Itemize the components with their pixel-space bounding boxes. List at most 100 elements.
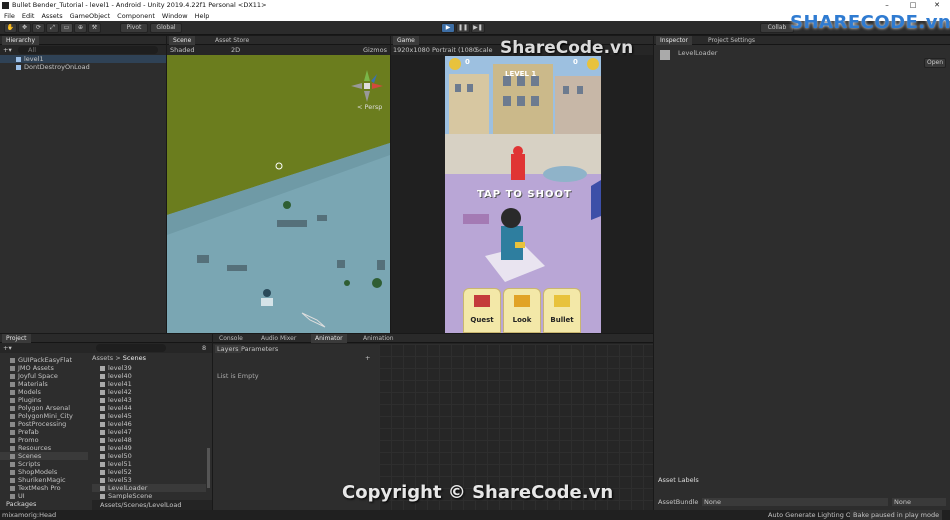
scale-slider-label[interactable]: Scale xyxy=(475,46,493,54)
scene-file-icon xyxy=(100,453,105,459)
custom-tool-icon[interactable]: ⚒ xyxy=(88,23,101,33)
menu-component[interactable]: Component xyxy=(117,12,155,20)
folder-item[interactable]: TextMesh Pro xyxy=(0,484,88,492)
asset-variant-dropdown[interactable]: None xyxy=(892,498,946,506)
breadcrumb-current[interactable]: Scenes xyxy=(123,354,146,362)
look-button[interactable]: Look xyxy=(503,288,541,333)
create-icon[interactable]: +▾ xyxy=(3,344,12,352)
hierarchy-search-input[interactable]: All xyxy=(18,46,158,54)
transform-tool-icon[interactable]: ⊕ xyxy=(74,23,87,33)
rotate-tool-icon[interactable]: ⟳ xyxy=(32,23,45,33)
file-item[interactable]: level52 xyxy=(92,468,206,476)
file-label: level46 xyxy=(108,420,132,428)
folder-item[interactable]: JMO Assets xyxy=(0,364,88,372)
quest-button[interactable]: Quest xyxy=(463,288,501,333)
minimize-button[interactable]: – xyxy=(880,0,894,11)
folder-item[interactable]: Materials xyxy=(0,380,88,388)
add-parameter-icon[interactable]: + xyxy=(365,354,370,362)
add-icon[interactable]: +▾ xyxy=(3,46,12,54)
tab-console[interactable]: Console xyxy=(215,334,247,343)
folder-item[interactable]: Resources xyxy=(0,444,88,452)
step-button[interactable]: ▶❚ xyxy=(471,23,485,33)
tab-parameters[interactable]: Parameters xyxy=(241,345,278,353)
tab-audio-mixer[interactable]: Audio Mixer xyxy=(257,334,300,343)
tab-game[interactable]: Game xyxy=(393,36,419,45)
file-item[interactable]: SampleScene xyxy=(92,492,206,499)
file-item[interactable]: level47 xyxy=(92,428,206,436)
gizmos-dropdown[interactable]: Gizmos xyxy=(363,46,387,54)
menu-edit[interactable]: Edit xyxy=(22,12,35,20)
file-item[interactable]: LevelLoader xyxy=(92,484,206,492)
file-item[interactable]: level42 xyxy=(92,388,206,396)
breadcrumb-root[interactable]: Assets xyxy=(92,354,113,362)
file-list-scrollbar[interactable] xyxy=(207,448,210,488)
tab-hierarchy[interactable]: Hierarchy xyxy=(2,36,40,45)
file-item[interactable]: level44 xyxy=(92,404,206,412)
menu-file[interactable]: File xyxy=(4,12,15,20)
pivot-toggle[interactable]: Pivot xyxy=(120,23,148,33)
resolution-dropdown[interactable]: 1920x1080 Portrait (1080 xyxy=(393,46,477,54)
file-item[interactable]: level48 xyxy=(92,436,206,444)
folder-item[interactable]: Models xyxy=(0,388,88,396)
play-button[interactable]: ▶ xyxy=(441,23,455,33)
file-item[interactable]: level53 xyxy=(92,476,206,484)
file-item[interactable]: level51 xyxy=(92,460,206,468)
folder-item[interactable]: PostProcessing xyxy=(0,420,88,428)
packages-folder[interactable]: Packages xyxy=(0,500,88,508)
hierarchy-item-level1[interactable]: level1 xyxy=(0,55,166,63)
folder-item[interactable]: Scripts xyxy=(0,460,88,468)
collab-button[interactable]: Collab xyxy=(760,23,794,33)
maximize-button[interactable]: □ xyxy=(906,0,920,11)
project-search-input[interactable] xyxy=(96,344,166,352)
folder-item[interactable]: PolygonMini_City xyxy=(0,412,88,420)
file-item[interactable]: level49 xyxy=(92,444,206,452)
file-item[interactable]: level40 xyxy=(92,372,206,380)
tab-animator[interactable]: Animator xyxy=(311,334,347,343)
window-titlebar: Bullet Bender_Tutorial - level1 - Androi… xyxy=(0,0,950,11)
asset-count: 8 xyxy=(202,344,207,352)
folder-item[interactable]: ShurikenMagic xyxy=(0,476,88,484)
file-item[interactable]: level43 xyxy=(92,396,206,404)
global-toggle[interactable]: Global xyxy=(150,23,182,33)
tab-layers[interactable]: Layers xyxy=(215,345,241,353)
folder-item[interactable]: GUIPackEasyFlat xyxy=(0,356,88,364)
2d-toggle[interactable]: 2D xyxy=(231,46,240,54)
menu-assets[interactable]: Assets xyxy=(41,12,62,20)
tab-scene[interactable]: Scene xyxy=(169,36,196,45)
open-button[interactable]: Open xyxy=(924,58,946,68)
folder-item[interactable]: Prefab xyxy=(0,428,88,436)
tab-asset-store[interactable]: Asset Store xyxy=(211,36,253,45)
folder-item[interactable]: Plugins xyxy=(0,396,88,404)
menu-gameobject[interactable]: GameObject xyxy=(70,12,111,20)
file-item[interactable]: level39 xyxy=(92,364,206,372)
asset-bundle-dropdown[interactable]: None xyxy=(702,498,888,506)
folder-item[interactable]: Scenes xyxy=(0,452,88,460)
folder-item[interactable]: Polygon Arsenal xyxy=(0,404,88,412)
tab-animation[interactable]: Animation xyxy=(359,334,398,343)
folder-item[interactable]: Promo xyxy=(0,436,88,444)
file-item[interactable]: level46 xyxy=(92,420,206,428)
rect-tool-icon[interactable]: ▭ xyxy=(60,23,73,33)
shading-dropdown[interactable]: Shaded xyxy=(170,46,194,54)
bullet-button[interactable]: Bullet xyxy=(543,288,581,333)
hand-tool-icon[interactable]: ✋ xyxy=(4,23,17,33)
tab-project-settings[interactable]: Project Settings xyxy=(704,36,759,45)
game-viewport[interactable]: 0 0 LEVEL 1 TAP TO SHOOT Quest Look Bull… xyxy=(445,56,601,333)
file-item[interactable]: level50 xyxy=(92,452,206,460)
tab-project[interactable]: Project xyxy=(2,334,31,343)
menu-window[interactable]: Window xyxy=(162,12,188,20)
hierarchy-item-dontdestroy[interactable]: DontDestroyOnLoad xyxy=(0,63,166,71)
menu-help[interactable]: Help xyxy=(195,12,210,20)
folder-item[interactable]: ShopModels xyxy=(0,468,88,476)
persp-label[interactable]: < Persp xyxy=(357,103,382,111)
pause-button[interactable]: ❚❚ xyxy=(456,23,470,33)
scale-tool-icon[interactable]: ⤢ xyxy=(46,23,59,33)
scene-gizmo-icon[interactable] xyxy=(347,66,387,106)
tab-inspector[interactable]: Inspector xyxy=(656,36,692,45)
file-item[interactable]: level41 xyxy=(92,380,206,388)
move-tool-icon[interactable]: ✥ xyxy=(18,23,31,33)
folder-item[interactable]: Joyful Space xyxy=(0,372,88,380)
close-button[interactable]: ✕ xyxy=(930,0,944,11)
folder-item[interactable]: UI xyxy=(0,492,88,500)
file-item[interactable]: level45 xyxy=(92,412,206,420)
